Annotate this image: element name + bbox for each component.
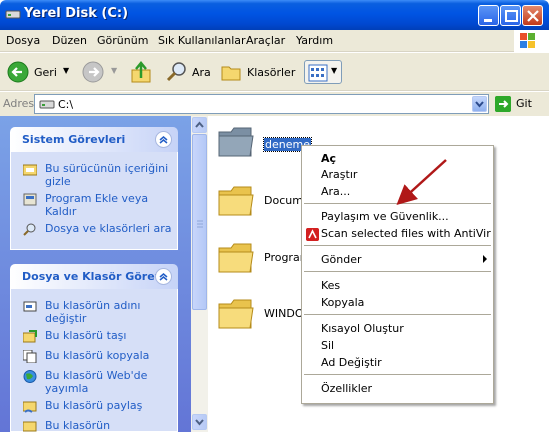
annotation-arrow-icon [396,159,447,206]
